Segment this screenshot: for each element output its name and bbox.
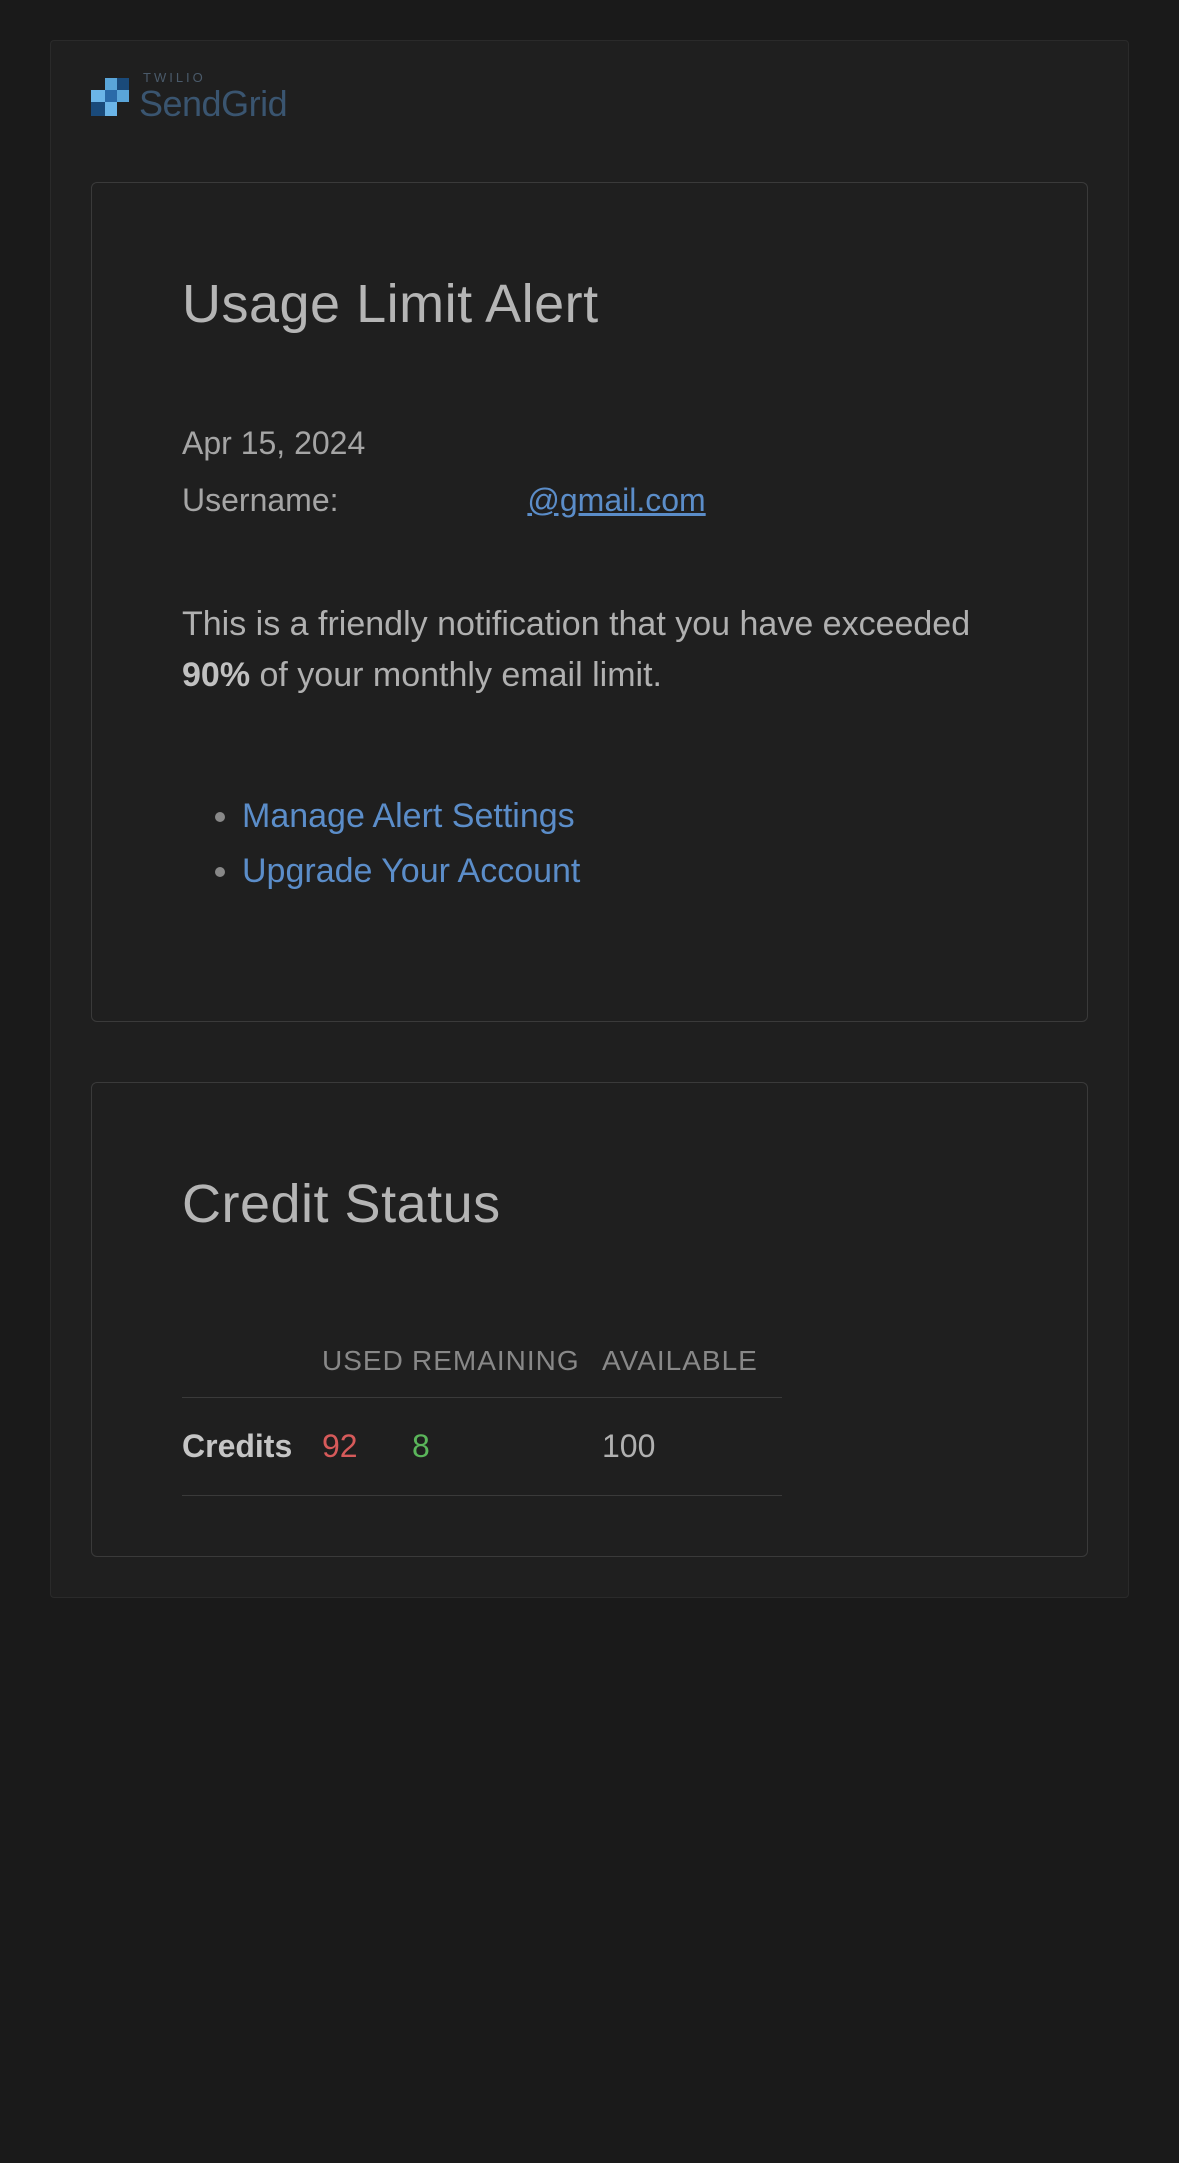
header-used: USED (322, 1345, 412, 1398)
username-link[interactable]: @gmail.com (527, 482, 705, 518)
notification-message: This is a friendly notification that you… (182, 599, 997, 701)
msg-part2: of your monthly email limit. (250, 656, 662, 694)
header-available: AVAILABLE (602, 1345, 782, 1398)
sendgrid-logo: TWILIO SendGrid (91, 71, 287, 122)
msg-percent: 90% (182, 656, 250, 694)
credit-status-card: Credit Status USED REMAINING AVAILABLE C… (91, 1082, 1088, 1557)
credits-remaining: 8 (412, 1398, 602, 1496)
logo-area: TWILIO SendGrid (91, 61, 1088, 122)
email-container: TWILIO SendGrid Usage Limit Alert Apr 15… (50, 40, 1129, 1598)
logo-sendgrid-text: SendGrid (139, 86, 287, 122)
list-item: Manage Alert Settings (242, 791, 997, 842)
sendgrid-logo-icon (91, 78, 129, 116)
table-row: Credits 92 8 100 (182, 1398, 782, 1496)
upgrade-account-link[interactable]: Upgrade Your Account (242, 852, 580, 890)
list-item: Upgrade Your Account (242, 846, 997, 897)
credits-label: Credits (182, 1398, 322, 1496)
usage-alert-card: Usage Limit Alert Apr 15, 2024 Username:… (91, 182, 1088, 1022)
alert-title: Usage Limit Alert (182, 273, 997, 335)
alert-date: Apr 15, 2024 (182, 425, 997, 462)
manage-alert-settings-link[interactable]: Manage Alert Settings (242, 797, 575, 835)
credit-table: USED REMAINING AVAILABLE Credits 92 8 10… (182, 1345, 782, 1496)
msg-part1: This is a friendly notification that you… (182, 605, 970, 643)
table-header-row: USED REMAINING AVAILABLE (182, 1345, 782, 1398)
header-remaining: REMAINING (412, 1345, 602, 1398)
action-links-list: Manage Alert Settings Upgrade Your Accou… (182, 791, 997, 897)
username-row: Username: @gmail.com (182, 482, 997, 519)
credits-available: 100 (602, 1398, 782, 1496)
logo-text: TWILIO SendGrid (139, 71, 287, 122)
username-label: Username: (182, 482, 339, 518)
credits-used: 92 (322, 1398, 412, 1496)
empty-header (182, 1345, 322, 1398)
credit-status-title: Credit Status (182, 1173, 997, 1235)
